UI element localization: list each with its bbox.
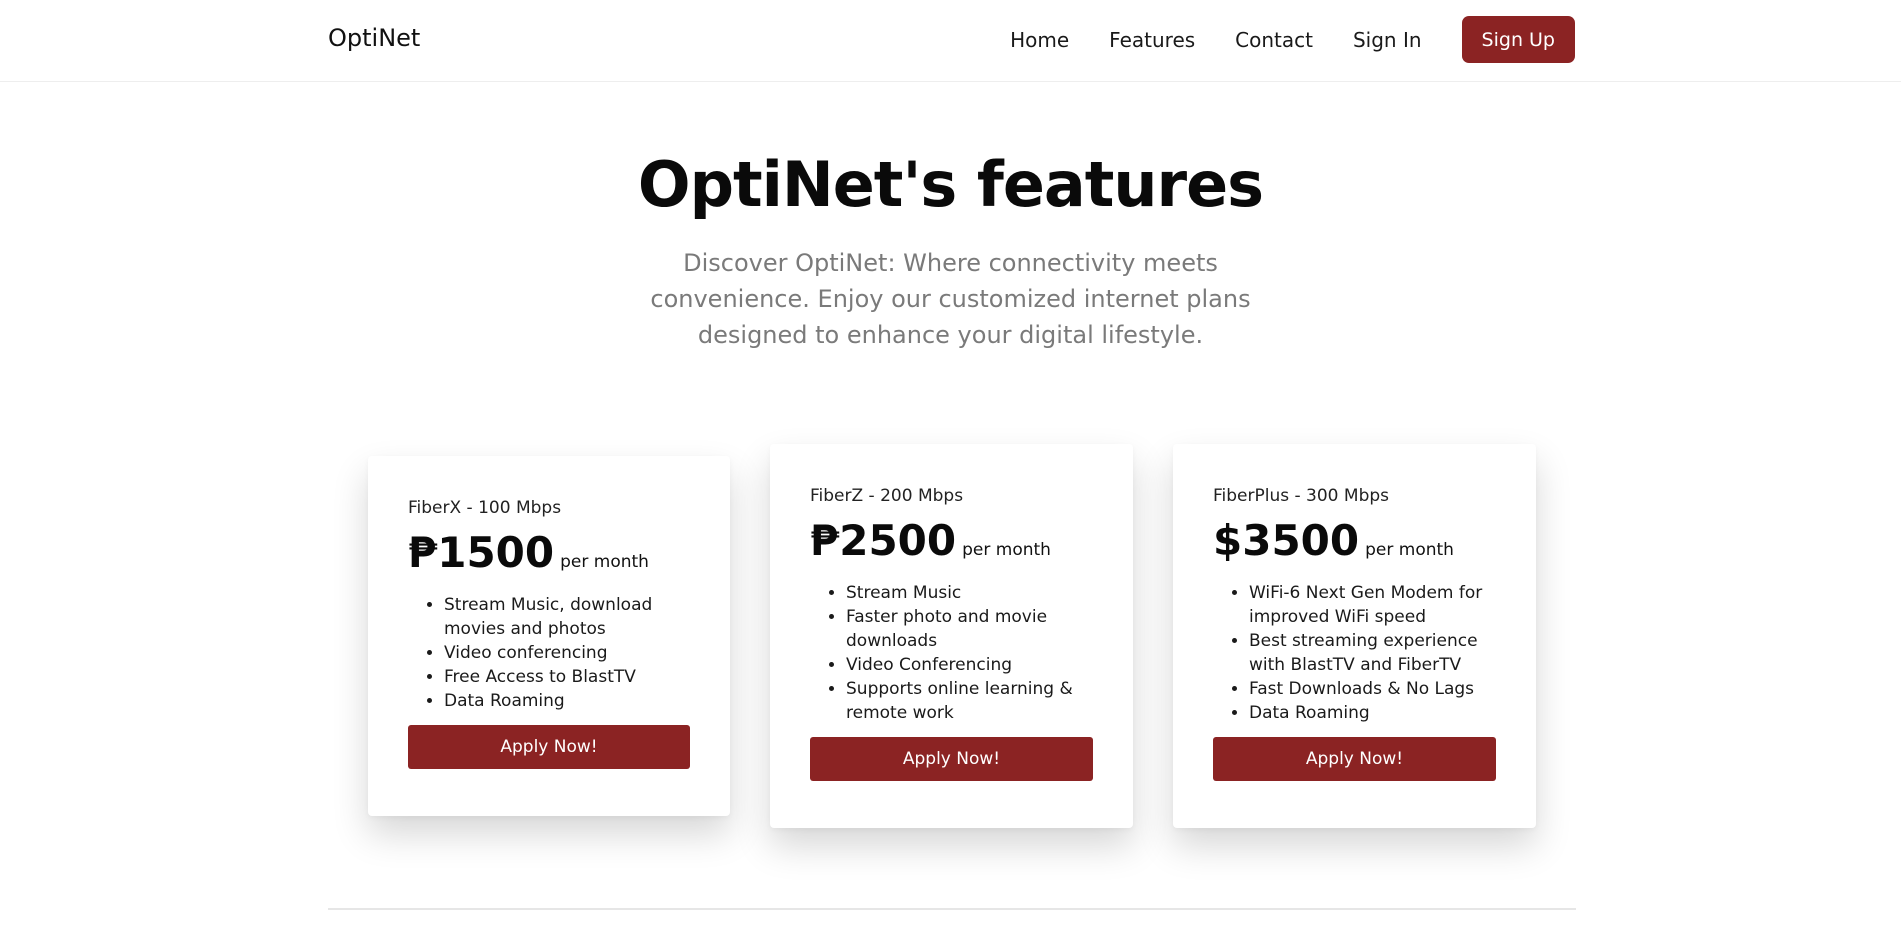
plan-period: per month xyxy=(1365,540,1454,560)
feature-list: Stream Music, download movies and photos… xyxy=(408,593,690,713)
apply-now-button[interactable]: Apply Now! xyxy=(810,737,1093,781)
plan-name: FiberX - 100 Mbps xyxy=(408,498,562,518)
feature-item: Free Access to BlastTV xyxy=(444,665,690,689)
feature-item: Fast Downloads & No Lags xyxy=(1249,677,1496,701)
nav-link-home[interactable]: Home xyxy=(1010,28,1069,52)
plan-name: FiberPlus - 300 Mbps xyxy=(1213,486,1390,506)
apply-now-button[interactable]: Apply Now! xyxy=(408,725,690,769)
nav-link-features[interactable]: Features xyxy=(1109,28,1195,52)
nav-links: Home Features Contact Sign In Sign Up xyxy=(1010,16,1575,63)
feature-list: WiFi-6 Next Gen Modem for improved WiFi … xyxy=(1213,581,1496,725)
feature-item: Best streaming experience with BlastTV a… xyxy=(1249,629,1496,677)
price-row: ₱1500 per month xyxy=(408,528,690,577)
brand-logo[interactable]: OptiNet xyxy=(328,24,420,52)
plan-card-fiberx: FiberX - 100 Mbps ₱1500 per month Stream… xyxy=(368,456,730,816)
plan-name: FiberZ - 200 Mbps xyxy=(810,486,964,506)
section-divider xyxy=(328,908,1576,910)
plan-price: $3500 xyxy=(1213,516,1360,565)
plan-period: per month xyxy=(560,552,649,572)
feature-list: Stream Music Faster photo and movie down… xyxy=(810,581,1093,725)
plan-period: per month xyxy=(962,540,1051,560)
feature-item: Supports online learning & remote work xyxy=(846,677,1093,725)
nav-link-sign-in[interactable]: Sign In xyxy=(1353,28,1422,52)
price-row: ₱2500 per month xyxy=(810,516,1093,565)
feature-item: Video Conferencing xyxy=(846,653,1093,677)
feature-item: Stream Music, download movies and photos xyxy=(444,593,690,641)
price-row: $3500 per month xyxy=(1213,516,1496,565)
apply-now-button[interactable]: Apply Now! xyxy=(1213,737,1496,781)
hero-subtitle: Discover OptiNet: Where connectivity mee… xyxy=(650,249,1251,349)
hero-section: OptiNet's features Discover OptiNet: Whe… xyxy=(0,148,1901,353)
feature-item: WiFi-6 Next Gen Modem for improved WiFi … xyxy=(1249,581,1496,629)
feature-item: Video conferencing xyxy=(444,641,690,665)
feature-item: Stream Music xyxy=(846,581,1093,605)
feature-item: Data Roaming xyxy=(444,689,690,713)
plan-card-fiberz: FiberZ - 200 Mbps ₱2500 per month Stream… xyxy=(770,444,1133,828)
sign-up-button[interactable]: Sign Up xyxy=(1461,16,1575,63)
navbar: OptiNet Home Features Contact Sign In Si… xyxy=(0,0,1901,82)
plan-price: ₱1500 xyxy=(408,528,555,577)
page-title: OptiNet's features xyxy=(637,148,1264,221)
feature-item: Faster photo and movie downloads xyxy=(846,605,1093,653)
plan-price: ₱2500 xyxy=(810,516,957,565)
feature-item: Data Roaming xyxy=(1249,701,1496,725)
plan-card-fiberplus: FiberPlus - 300 Mbps $3500 per month WiF… xyxy=(1173,444,1536,828)
nav-link-contact[interactable]: Contact xyxy=(1235,28,1313,52)
